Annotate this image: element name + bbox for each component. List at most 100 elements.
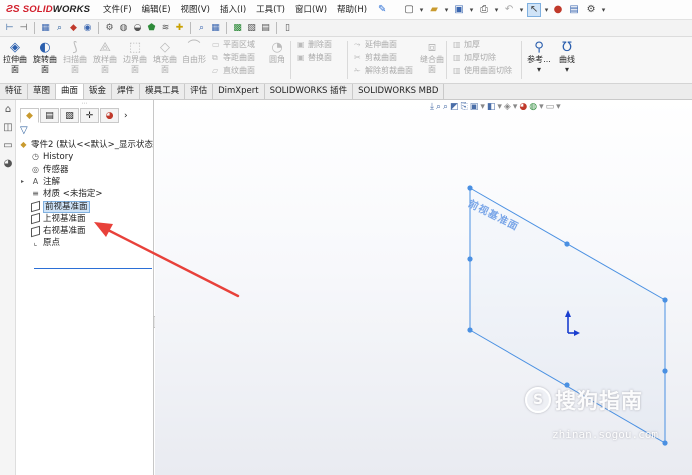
file-properties-icon[interactable]: ▤ <box>567 3 581 17</box>
menu-file[interactable]: 文件(F) <box>98 0 137 20</box>
tree-item-sensors[interactable]: ◎ 传感器 <box>16 164 153 176</box>
featuremanager-tab[interactable]: ◆ <box>20 108 39 123</box>
select-icon[interactable]: ↖ <box>527 2 542 17</box>
new-icon[interactable]: ▢ <box>402 3 416 17</box>
fillet-button[interactable]: ◔ 圆角 <box>266 37 288 83</box>
boundary-surface-button[interactable]: ⬚ 边界曲面 <box>120 37 150 83</box>
menu-edit[interactable]: 编辑(E) <box>137 0 176 20</box>
plus-icon[interactable]: ✚ <box>174 23 185 34</box>
save-icon[interactable]: ▣ <box>452 3 466 17</box>
chevron-down-icon[interactable]: ▾ <box>494 3 499 17</box>
chevron-down-icon[interactable]: ▾ <box>419 3 424 17</box>
home-icon[interactable]: ⌂ <box>1 104 15 118</box>
chart-icon[interactable]: ≋ <box>160 23 171 34</box>
menu-insert[interactable]: 插入(I) <box>215 0 251 20</box>
tree-item-front-plane[interactable]: 前视基准面 <box>16 200 153 213</box>
untrim-surface-button[interactable]: ✁ 解除剪裁曲面 <box>354 66 420 76</box>
filter-icon[interactable]: ▽ <box>20 125 28 136</box>
bowl-icon[interactable]: ◒ <box>132 23 143 34</box>
tab-features[interactable]: 特征 <box>0 84 29 99</box>
extend-surface-button[interactable]: ⤳ 延伸曲面 <box>354 40 420 50</box>
appearance-icon[interactable]: ◍ <box>118 23 129 34</box>
plane-corner-handle[interactable] <box>662 297 668 303</box>
thicken-button[interactable]: ▥ 加厚 <box>453 40 519 50</box>
knit-surface-button[interactable]: ⧈ 缝合曲面 <box>420 37 444 83</box>
graphics-area[interactable]: ⤓ ⌕ ⌕ ◩ ⎘ ▣ ▾ ◧ ▾ ◈ ▾ ◕ ◍ ▾ ▭ ▾ 前视基准面 S … <box>155 100 692 475</box>
offset-surface-button[interactable]: ⧉ 等距曲面 <box>212 53 266 63</box>
pin-icon[interactable]: ✎ <box>378 4 392 15</box>
tree-item-right-plane[interactable]: 右视基准面 <box>16 225 153 237</box>
chevron-down-icon[interactable]: ▾ <box>519 3 524 17</box>
page-icon[interactable]: ▯ <box>282 23 293 34</box>
plane-edge-handle[interactable] <box>467 256 473 262</box>
sketch-tool-icon[interactable]: ⊢ <box>4 23 15 34</box>
tab-dimxpert[interactable]: DimXpert <box>213 84 265 99</box>
options-icon[interactable]: ⚙ <box>584 3 598 17</box>
plane-edge-handle[interactable] <box>564 241 570 247</box>
chevron-down-icon[interactable]: ▾ <box>469 3 474 17</box>
tab-sheet-metal[interactable]: 钣金 <box>84 84 113 99</box>
revolve-surface-button[interactable]: ◐ 旋转曲面 <box>30 37 60 83</box>
surface-cut-button[interactable]: ▥ 使用曲面切除 <box>453 66 519 76</box>
parts-icon[interactable]: ◫ <box>1 122 15 136</box>
model-icon[interactable]: ◆ <box>68 23 79 34</box>
rollback-bar[interactable] <box>34 268 152 269</box>
view-icon[interactable]: ▦ <box>40 23 51 34</box>
menu-window[interactable]: 窗口(W) <box>290 0 332 20</box>
grid-icon[interactable]: ▩ <box>232 23 243 34</box>
chevron-right-icon[interactable]: › <box>124 111 128 121</box>
extrude-surface-button[interactable]: ◈ 拉伸曲面 <box>0 37 30 83</box>
sweep-surface-button[interactable]: ⟆ 扫描曲面 <box>60 37 90 83</box>
delete-face-button[interactable]: ▣ 删除面 <box>297 40 345 50</box>
tab-addins[interactable]: SOLIDWORKS 插件 <box>265 84 354 99</box>
tab-sketch[interactable]: 草图 <box>28 84 57 99</box>
fill-surface-button[interactable]: ◇ 填充曲面 <box>150 37 180 83</box>
rotate-icon[interactable]: ◉ <box>82 23 93 34</box>
layers-icon[interactable]: ▧ <box>246 23 257 34</box>
document-icon[interactable]: ▤ <box>260 23 271 34</box>
tree-item-history[interactable]: ◷ History <box>16 151 153 163</box>
ruled-surface-button[interactable]: ▱ 直纹曲面 <box>212 66 266 76</box>
settings-icon[interactable]: ⚙ <box>104 23 115 34</box>
tree-item-material[interactable]: ≡ 材质 <未指定> <box>16 188 153 200</box>
undo-icon[interactable]: ↶ <box>502 3 516 17</box>
tab-evaluate[interactable]: 评估 <box>185 84 214 99</box>
panel-grip[interactable]: ⋯ <box>16 100 153 108</box>
replace-face-button[interactable]: ▣ 替换面 <box>297 53 345 63</box>
print-icon[interactable]: ⎙ <box>477 3 491 17</box>
tree-item-top-plane[interactable]: 上视基准面 <box>16 213 153 225</box>
freeform-button[interactable]: ⌒ 自由形 <box>180 37 208 83</box>
palette-icon[interactable]: ◕ <box>1 158 15 172</box>
tree-root-part[interactable]: ◆ 零件2 (默认<<默认>_显示状态 <box>16 139 153 151</box>
tab-mbd[interactable]: SOLIDWORKS MBD <box>353 84 445 99</box>
chevron-down-icon[interactable]: ▾ <box>544 3 549 17</box>
table-icon[interactable]: ▦ <box>210 23 221 34</box>
plane-corner-handle[interactable] <box>662 440 668 446</box>
search-icon[interactable]: ⌕ <box>196 23 207 34</box>
trim-surface-button[interactable]: ✂ 剪裁曲面 <box>354 53 420 63</box>
display-tab[interactable]: ◕ <box>100 108 119 123</box>
menu-help[interactable]: 帮助(H) <box>332 0 372 20</box>
open-icon[interactable]: ▰ <box>427 3 441 17</box>
curves-button[interactable]: ℧ 曲线 ▾ <box>554 37 580 83</box>
chevron-down-icon[interactable]: ▾ <box>444 3 449 17</box>
tree-item-origin[interactable]: ⌞ 原点 <box>16 237 153 249</box>
zoom-icon[interactable]: ⌕ <box>54 23 65 34</box>
rebuild-icon[interactable]: ● <box>552 3 564 17</box>
plane-corner-handle[interactable] <box>467 185 473 191</box>
chevron-down-icon[interactable]: ▾ <box>601 3 606 17</box>
shield-icon[interactable]: ⬟ <box>146 23 157 34</box>
folder-icon[interactable]: ▭ <box>1 140 15 154</box>
smart-dimension-icon[interactable]: ⊣ <box>18 23 29 34</box>
tab-mold-tools[interactable]: 模具工具 <box>140 84 186 99</box>
menu-tools[interactable]: 工具(T) <box>251 0 290 20</box>
dimxpert-tab[interactable]: ✛ <box>80 108 99 123</box>
tab-surfaces[interactable]: 曲面 <box>56 84 85 99</box>
plane-edge-handle[interactable] <box>662 368 668 374</box>
propertymanager-tab[interactable]: ▤ <box>40 108 59 123</box>
configuration-tab[interactable]: ▧ <box>60 108 79 123</box>
menu-view[interactable]: 视图(V) <box>176 0 215 20</box>
plane-corner-handle[interactable] <box>467 327 473 333</box>
thicken-cut-button[interactable]: ▥ 加厚切除 <box>453 53 519 63</box>
tab-weldments[interactable]: 焊件 <box>112 84 141 99</box>
